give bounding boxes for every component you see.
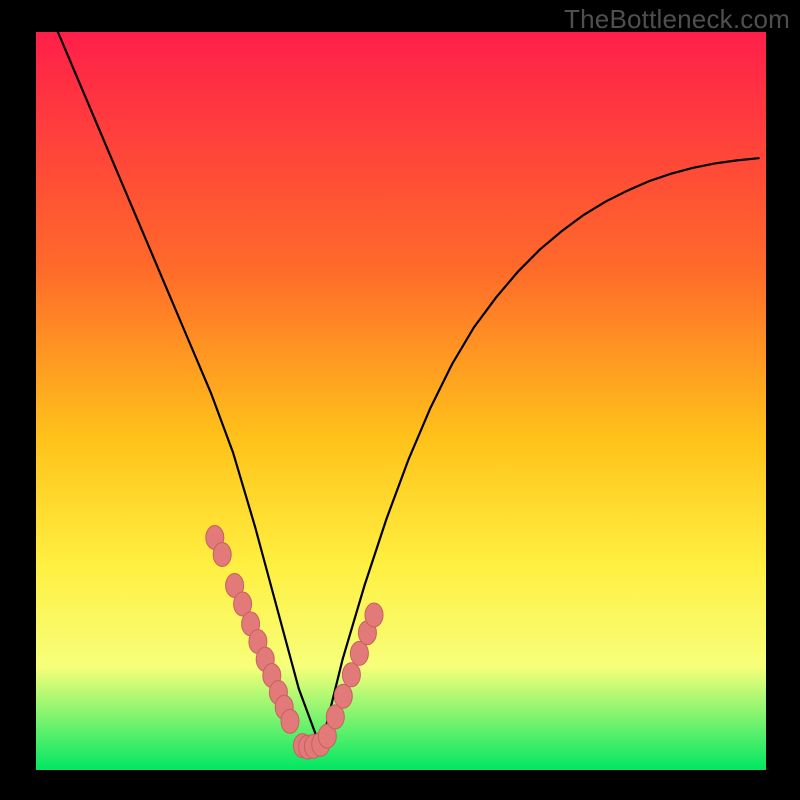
chart-svg <box>36 32 766 770</box>
gradient-bg <box>36 32 766 770</box>
curve-marker <box>281 709 299 733</box>
plot-area <box>36 32 766 770</box>
watermark-text: TheBottleneck.com <box>564 4 790 35</box>
curve-marker <box>213 543 231 567</box>
chart-frame: TheBottleneck.com <box>0 0 800 800</box>
curve-marker <box>334 684 352 708</box>
curve-marker <box>342 663 360 687</box>
curve-marker <box>365 603 383 627</box>
